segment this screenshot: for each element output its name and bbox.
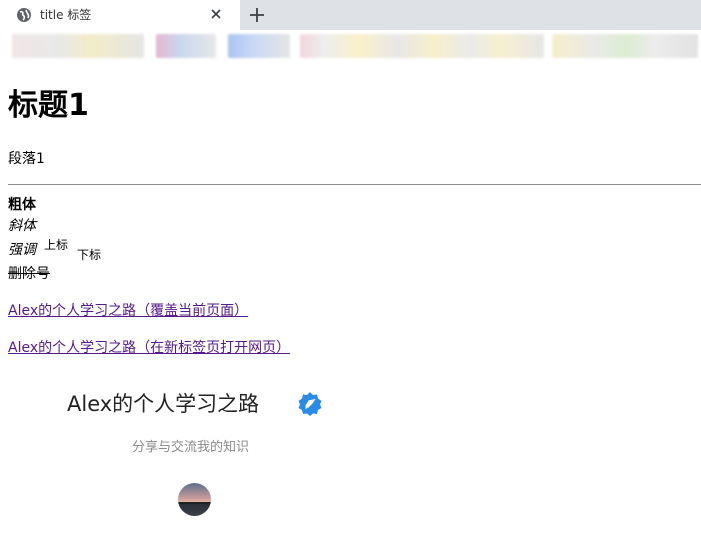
bookmarks-bar [0,30,701,60]
bookmark-item[interactable] [552,34,698,58]
horizontal-rule [8,184,701,185]
strikethrough-text: 删除号 [8,266,50,282]
paragraph: 段落1 [8,151,45,167]
emphasis-text: 强调 [8,242,36,258]
bookmark-item[interactable] [12,34,144,58]
bookmark-item[interactable] [300,34,544,58]
verified-badge-icon [298,392,322,416]
profile-name: Alex的个人学习之路 [67,392,260,416]
italic-text: 斜体 [8,218,36,234]
page-heading: 标题1 [8,88,89,123]
tab-title: title 标签 [40,8,92,22]
close-icon[interactable] [208,6,224,22]
plus-icon[interactable] [246,4,268,26]
bold-text: 粗体 [8,197,36,213]
link-new-tab[interactable]: Alex的个人学习之路（在新标签页打开网页） [8,339,290,357]
tab-strip: title 标签 [0,0,701,30]
superscript-text: 上标 [44,238,69,252]
bookmark-item[interactable] [228,34,290,58]
avatar[interactable] [178,483,211,516]
bookmark-item[interactable] [156,34,216,58]
profile-description: 分享与交流我的知识 [132,440,250,455]
globe-icon [17,8,31,22]
link-same-page[interactable]: Alex的个人学习之路（覆盖当前页面） [8,302,248,320]
subscript-text: 下标 [77,248,102,262]
browser-tab[interactable]: title 标签 [0,0,240,30]
